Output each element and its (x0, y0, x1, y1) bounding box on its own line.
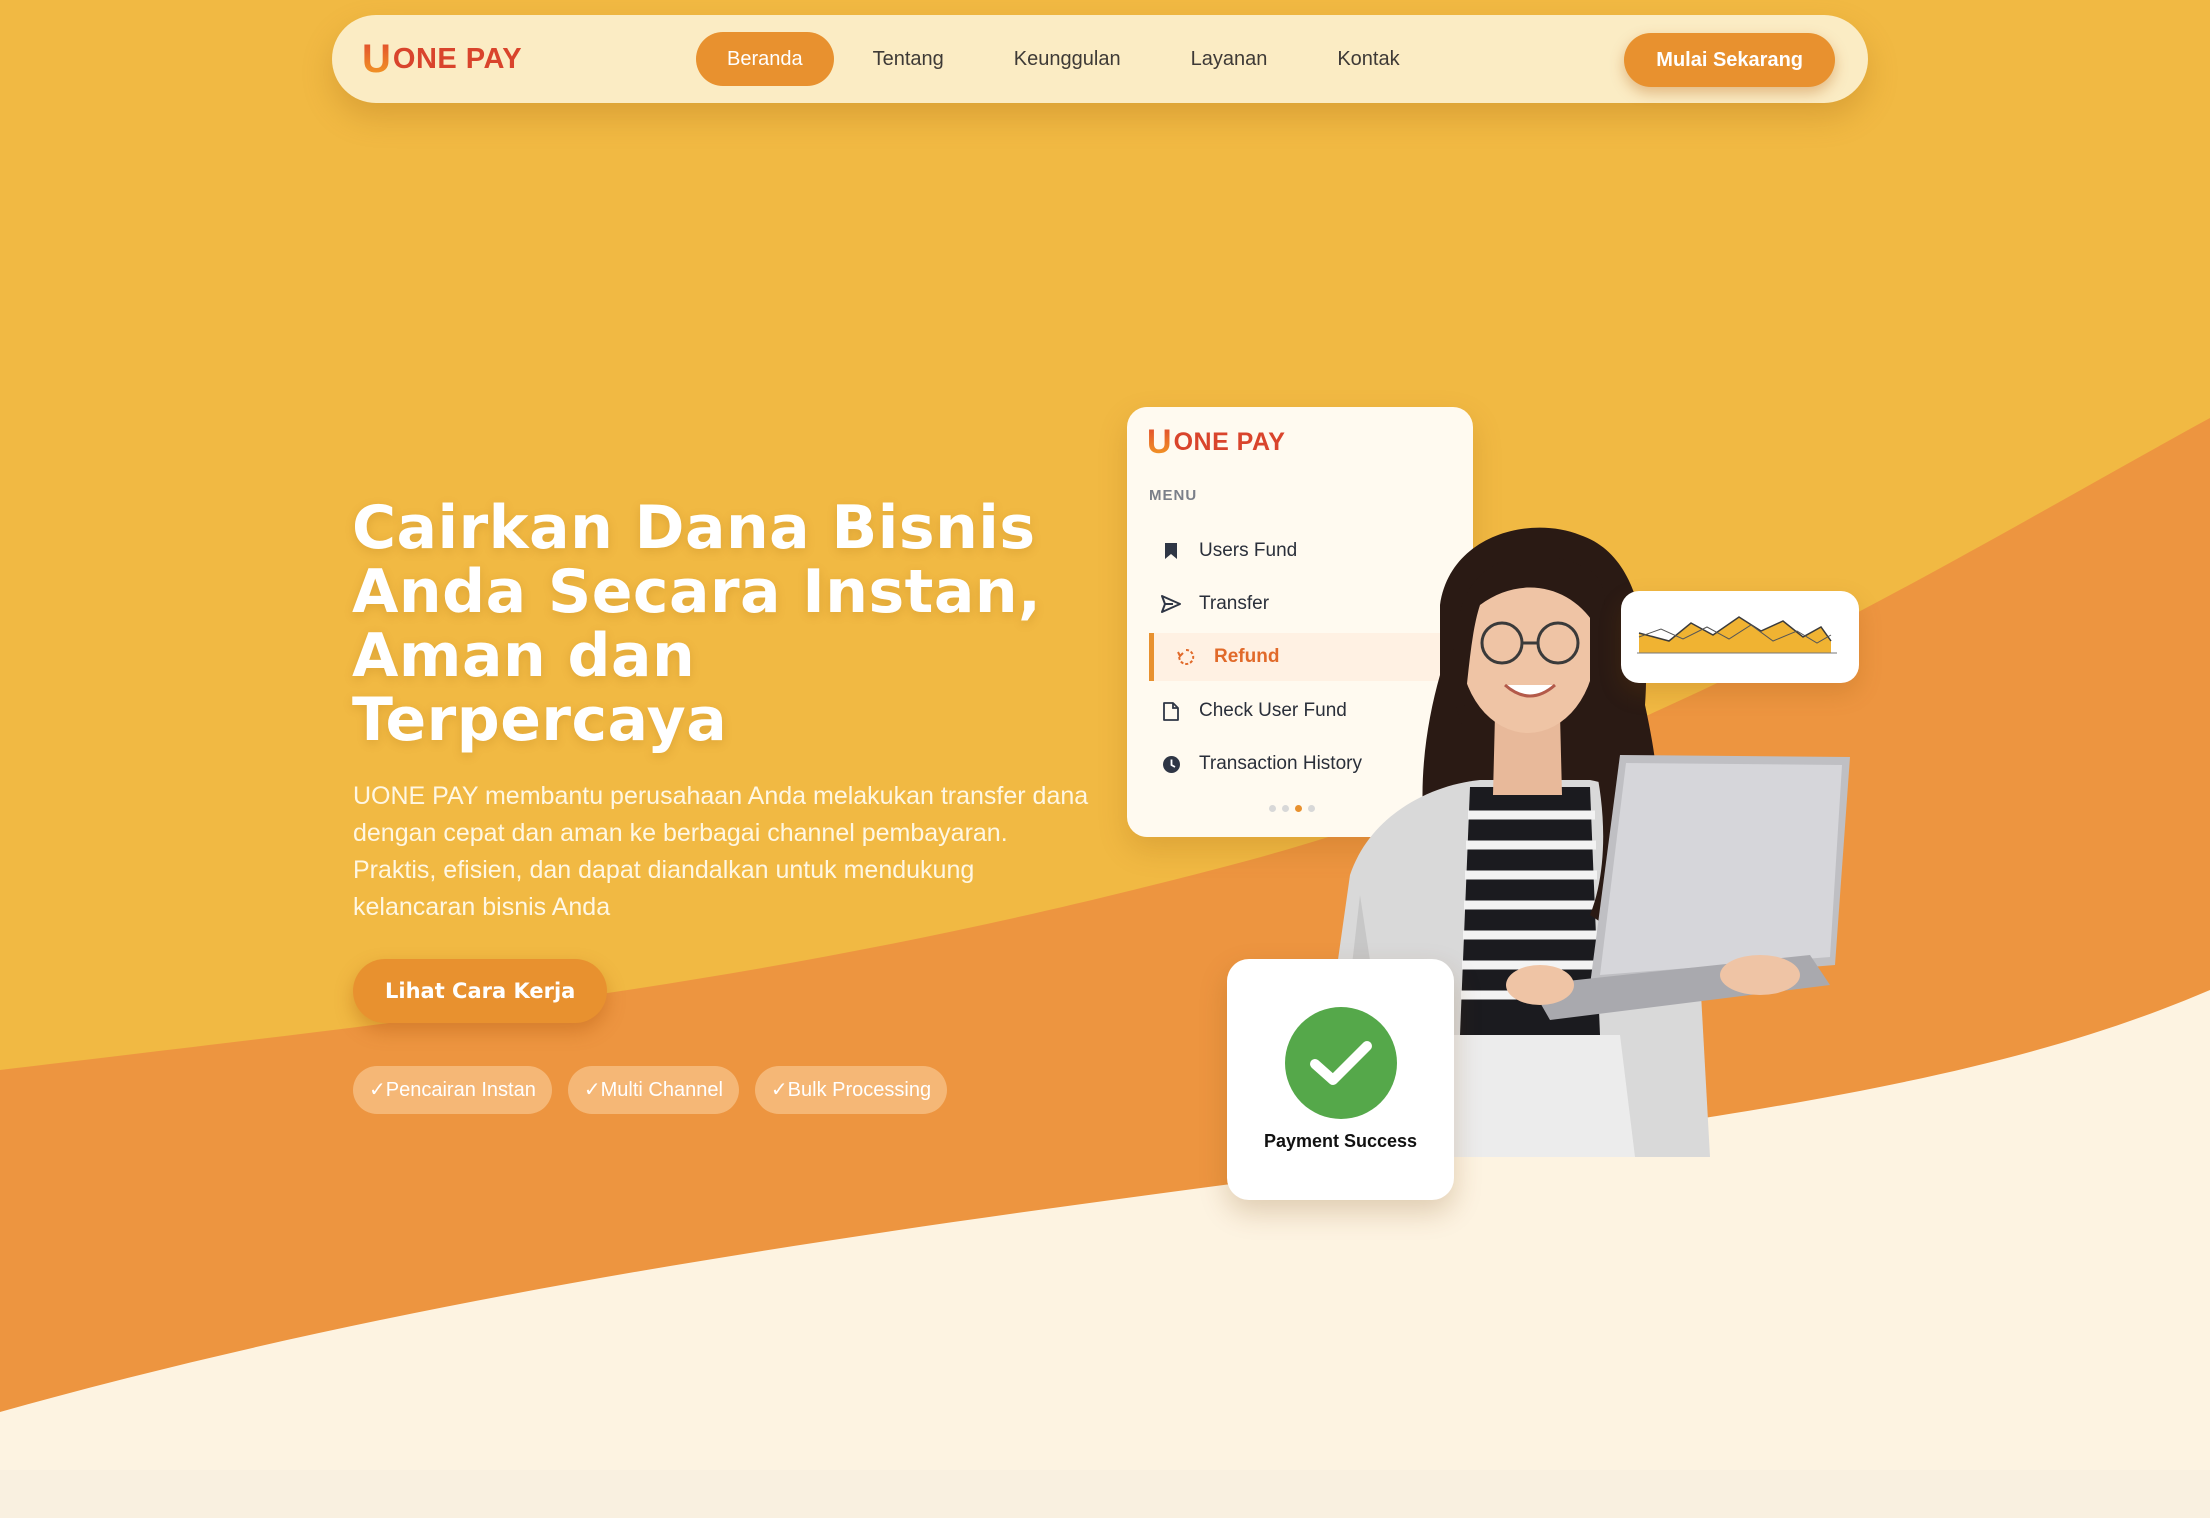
hero-title-line: Aman dan (352, 621, 696, 691)
badge-bulk: ✓Bulk Processing (754, 1066, 948, 1114)
file-icon (1161, 701, 1181, 721)
bookmark-icon (1161, 541, 1181, 561)
navbar: U ONE PAY Beranda Tentang Keunggulan Lay… (332, 15, 1868, 103)
check-icon (1285, 1007, 1397, 1119)
payment-success-label: Payment Success (1263, 1131, 1418, 1151)
logo-text: ONE PAY (1173, 428, 1286, 456)
badge-instant: ✓Pencairan Instan (353, 1066, 552, 1114)
logo-letter: U (362, 36, 391, 81)
mini-chart-card (1621, 591, 1859, 683)
hero-subtitle: UONE PAY membantu perusahaan Anda melaku… (353, 782, 1089, 921)
payment-success-card: Payment Success (1227, 959, 1454, 1200)
logo-text: ONE PAY (392, 42, 523, 75)
hero-title-line: Cairkan Dana Bisnis (352, 493, 1036, 563)
nav-item-tentang[interactable]: Tentang (842, 32, 975, 86)
nav-item-beranda[interactable]: Beranda (696, 32, 834, 86)
brand-logo[interactable]: U ONE PAY (362, 37, 522, 81)
hero-title: Cairkan Dana Bisnis Anda Secara Instan, … (352, 496, 1112, 752)
menu-item-label: Refund (1214, 646, 1280, 667)
menu-item-label: Transfer (1199, 593, 1270, 614)
hero-title-line: Anda Secara Instan, (352, 557, 1042, 627)
badge-multi-channel: ✓Multi Channel (567, 1066, 739, 1114)
nav-item-layanan[interactable]: Layanan (1160, 32, 1299, 86)
nav-links: Beranda Tentang Keunggulan Layanan Konta… (696, 32, 1431, 86)
clock-icon (1161, 754, 1181, 774)
nav-item-kontak[interactable]: Kontak (1306, 32, 1430, 86)
mini-area-chart (1637, 616, 1837, 654)
carousel-dot[interactable] (1269, 805, 1276, 812)
logo-letter: U (1147, 423, 1172, 461)
card-logo: U ONE PAY (1147, 423, 1285, 462)
hero-title-line: Terpercaya (352, 685, 728, 755)
menu-label: MENU (1149, 487, 1198, 504)
how-it-works-button[interactable]: Lihat Cara Kerja (353, 959, 608, 1023)
nav-item-keunggulan[interactable]: Keunggulan (983, 32, 1152, 86)
menu-item-label: Users Fund (1199, 540, 1298, 561)
refresh-icon (1176, 647, 1196, 667)
feature-badges: ✓Pencairan Instan ✓Multi Channel ✓Bulk P… (353, 1066, 963, 1114)
start-now-button[interactable]: Mulai Sekarang (1624, 33, 1835, 87)
carousel-dot[interactable] (1282, 805, 1289, 812)
hero-background (0, 0, 2210, 1518)
send-icon (1161, 594, 1181, 614)
